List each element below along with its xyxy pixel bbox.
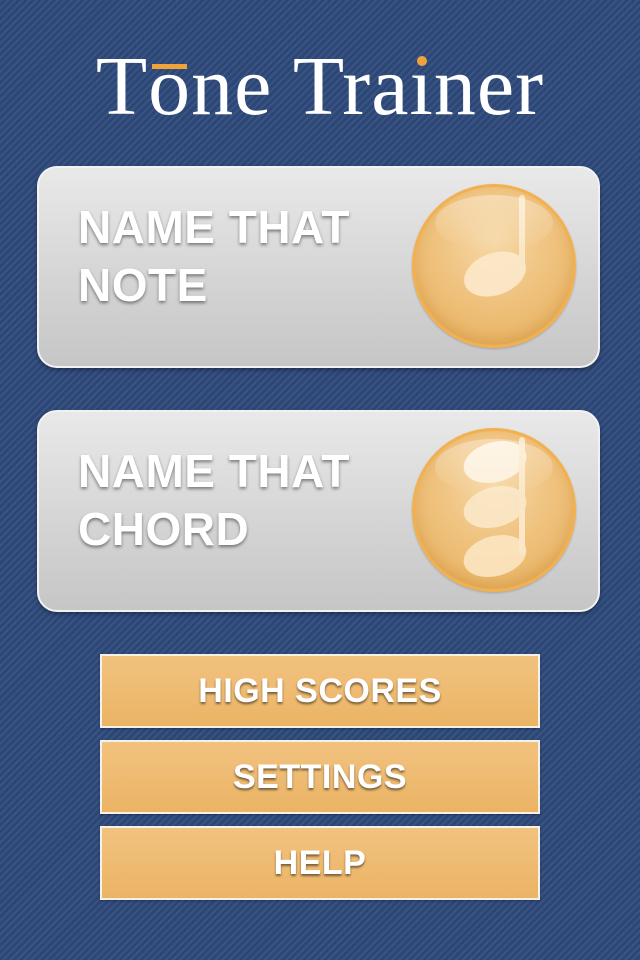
- quarter-note-icon: [412, 184, 576, 348]
- help-button[interactable]: HELP: [100, 826, 540, 900]
- name-that-note-line1: NAME THAT: [78, 201, 350, 253]
- name-that-note-button[interactable]: NAME THAT NOTE: [37, 166, 600, 368]
- name-that-chord-button[interactable]: NAME THAT CHORD: [37, 410, 600, 612]
- settings-label: SETTINGS: [232, 758, 408, 796]
- name-that-note-label: NAME THAT NOTE: [78, 198, 398, 314]
- high-scores-button[interactable]: HIGH SCORES: [100, 654, 540, 728]
- chord-icon: [412, 428, 576, 592]
- name-that-chord-label: NAME THAT CHORD: [78, 442, 398, 558]
- chord-glyph: [463, 437, 527, 578]
- name-that-note-line2: NOTE: [78, 259, 208, 311]
- logo-macron-o: o: [148, 40, 192, 133]
- name-that-chord-line2: CHORD: [78, 503, 250, 555]
- high-scores-label: HIGH SCORES: [198, 672, 442, 710]
- app-logo: Tone Traıner: [0, 42, 640, 132]
- logo-text-middle: ne Tra: [191, 40, 410, 133]
- quarter-note-glyph: [464, 195, 526, 297]
- name-that-chord-line1: NAME THAT: [78, 445, 350, 497]
- logo-dotted-i: ı: [409, 40, 434, 133]
- help-label: HELP: [273, 844, 367, 882]
- logo-text-t: T: [95, 40, 149, 133]
- logo-text-end: ner: [433, 40, 545, 133]
- settings-button[interactable]: SETTINGS: [100, 740, 540, 814]
